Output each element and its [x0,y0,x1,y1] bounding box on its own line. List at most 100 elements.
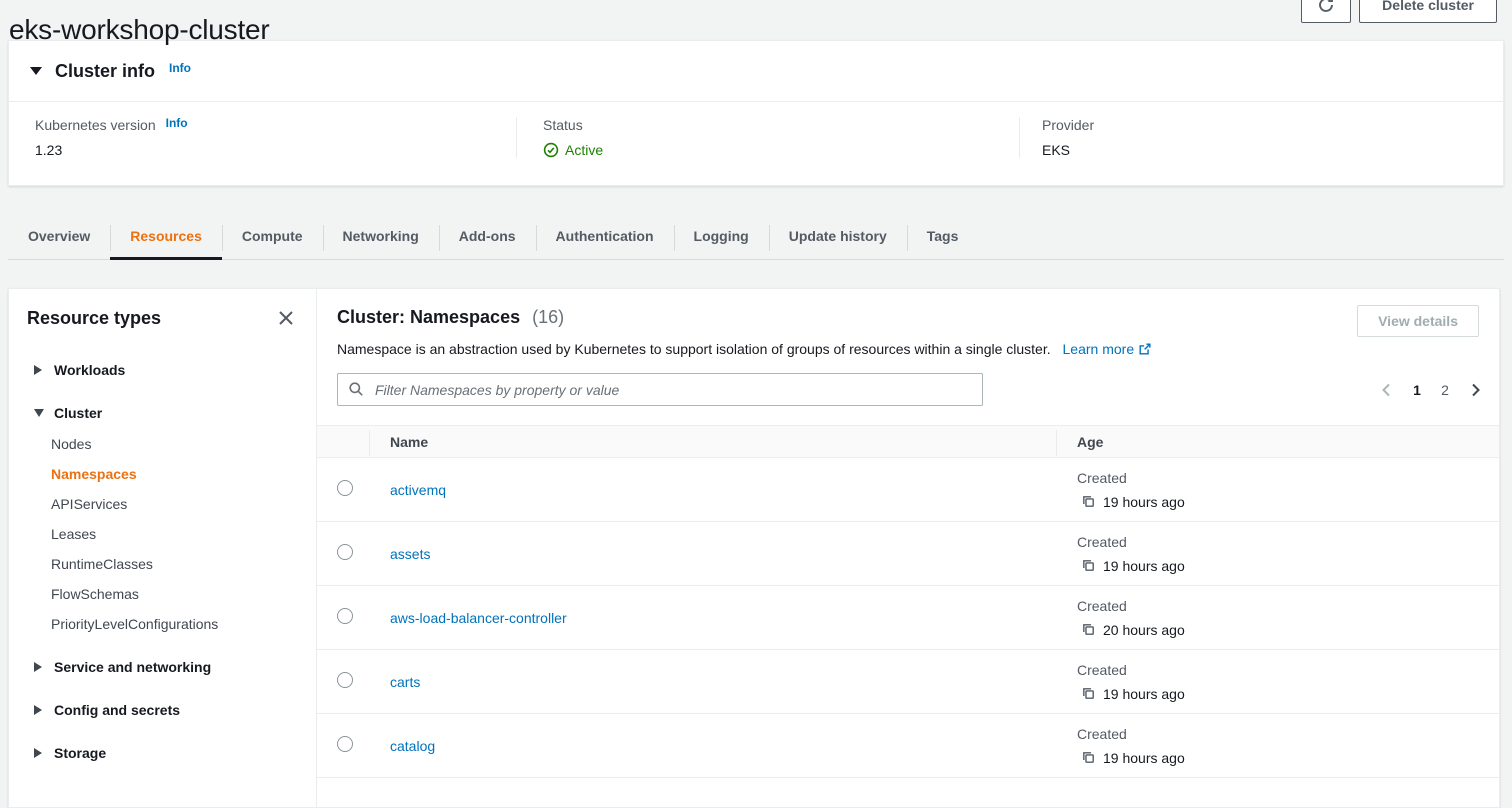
resource-types-title: Resource types [27,308,161,329]
tree-group-toggle[interactable]: Config and secrets [34,700,298,720]
tree-group-label: Cluster [54,403,102,423]
created-label: Created [1077,594,1499,618]
tab-label: Authentication [556,228,654,244]
page-number[interactable]: 2 [1435,382,1455,398]
kubernetes-version-field: Kubernetes version Info 1.23 [9,117,516,158]
caret-icon [34,748,43,758]
tree-item[interactable]: APIServices [51,494,298,514]
tree-group-toggle[interactable]: Service and networking [34,657,298,677]
tab[interactable]: Logging [674,215,769,259]
namespace-link[interactable]: aws-load-balancer-controller [390,610,567,626]
tab[interactable]: Tags [907,215,979,259]
resources-panel: Resource types Workloads [8,288,1500,808]
cluster-info-info-link[interactable]: Info [169,61,191,75]
tree-group-label: Storage [54,743,106,763]
resource-types-tree: Workloads Cluster Nodes [27,360,298,763]
description-text: Namespace is an abstraction used by Kube… [337,341,1051,357]
kubernetes-version-value: 1.23 [35,142,516,158]
table-row: catalog Created 19 hours ago [317,714,1499,778]
tab[interactable]: Networking [323,215,439,259]
next-page-button[interactable] [1463,378,1487,402]
tree-item[interactable]: PriorityLevelConfigurations [51,614,298,634]
namespace-link[interactable]: assets [390,546,430,562]
namespace-link[interactable]: catalog [390,738,435,754]
cluster-info-body: Kubernetes version Info 1.23 Status Acti… [9,102,1503,185]
age-cell: Created 19 hours ago [1077,722,1499,770]
page-number[interactable]: 1 [1407,382,1427,398]
age-cell: Created 19 hours ago [1077,466,1499,514]
caret-icon [34,365,43,375]
age-value: 19 hours ago [1103,682,1185,706]
namespaces-table: Name Age activemq Created [317,425,1499,778]
caret-icon [34,705,43,715]
caret-icon [34,662,43,672]
status-label: Status [543,117,583,133]
cluster-info-card: Cluster info Info Kubernetes version Inf… [8,40,1504,186]
provider-value: EKS [1042,142,1503,158]
row-select-radio[interactable] [337,480,353,496]
tab[interactable]: Add-ons [439,215,536,259]
namespace-link[interactable]: activemq [390,482,446,498]
tree-item[interactable]: Namespaces [51,464,298,484]
close-sidebar-button[interactable] [276,307,298,329]
tree-group-label: Config and secrets [54,700,180,720]
tab[interactable]: Authentication [536,215,674,259]
delete-cluster-button[interactable]: Delete cluster [1359,0,1497,23]
tab[interactable]: Update history [769,215,907,259]
cluster-info-title: Cluster info [55,61,155,82]
age-value: 19 hours ago [1103,554,1185,578]
filter-input[interactable] [337,373,983,406]
copy-icon[interactable] [1081,494,1096,509]
previous-page-button[interactable] [1375,378,1399,402]
close-icon [276,308,298,328]
chevron-left-icon [1379,382,1395,398]
external-link-icon [1138,342,1152,356]
refresh-icon [1317,0,1335,14]
age-cell: Created 19 hours ago [1077,530,1499,578]
learn-more-label: Learn more [1063,341,1135,357]
copy-icon[interactable] [1081,622,1096,637]
namespace-link[interactable]: carts [390,674,420,690]
copy-icon[interactable] [1081,686,1096,701]
refresh-button[interactable] [1301,0,1351,23]
tree-item[interactable]: Leases [51,524,298,544]
cluster-info-header[interactable]: Cluster info Info [9,41,1503,102]
tab-label: Resources [130,228,202,244]
header-actions: Delete cluster [1301,0,1497,23]
kubernetes-version-info-link[interactable]: Info [166,116,188,130]
age-value: 19 hours ago [1103,746,1185,770]
tab[interactable]: Overview [8,215,110,259]
row-select-radio[interactable] [337,544,353,560]
tree-group-toggle[interactable]: Cluster [34,403,298,423]
table-title: Cluster: Namespaces [337,307,520,327]
page-title: eks-workshop-cluster [9,13,270,47]
created-label: Created [1077,722,1499,746]
tab-label: Update history [789,228,887,244]
copy-icon[interactable] [1081,558,1096,573]
copy-icon[interactable] [1081,750,1096,765]
tree-item[interactable]: Nodes [51,434,298,454]
tree-group-toggle[interactable]: Workloads [34,360,298,380]
tab[interactable]: Resources [110,215,222,259]
tab[interactable]: Compute [222,215,323,259]
collapse-caret-icon [30,67,42,75]
tree-group: Storage [34,743,298,763]
tree-group: Cluster Nodes Namespaces APIServices Lea… [34,403,298,634]
table-heading: Cluster: Namespaces (16) [337,305,1152,329]
status-badge: Active [565,142,603,158]
row-select-radio[interactable] [337,608,353,624]
age-cell: Created 19 hours ago [1077,658,1499,706]
tree-item[interactable]: FlowSchemas [51,584,298,604]
view-details-button[interactable]: View details [1357,305,1479,337]
tree-item[interactable]: RuntimeClasses [51,554,298,574]
learn-more-link[interactable]: Learn more [1063,341,1153,357]
row-select-radio[interactable] [337,736,353,752]
tree-group-toggle[interactable]: Storage [34,743,298,763]
age-value: 20 hours ago [1103,618,1185,642]
table-count: (16) [532,307,564,327]
row-select-radio[interactable] [337,672,353,688]
namespaces-main: Cluster: Namespaces (16) Namespace is an… [317,289,1499,807]
page-header: eks-workshop-cluster Delete cluster [0,0,1512,40]
table-row: activemq Created 19 hours ago [317,458,1499,522]
resource-types-sidebar: Resource types Workloads [9,289,317,807]
